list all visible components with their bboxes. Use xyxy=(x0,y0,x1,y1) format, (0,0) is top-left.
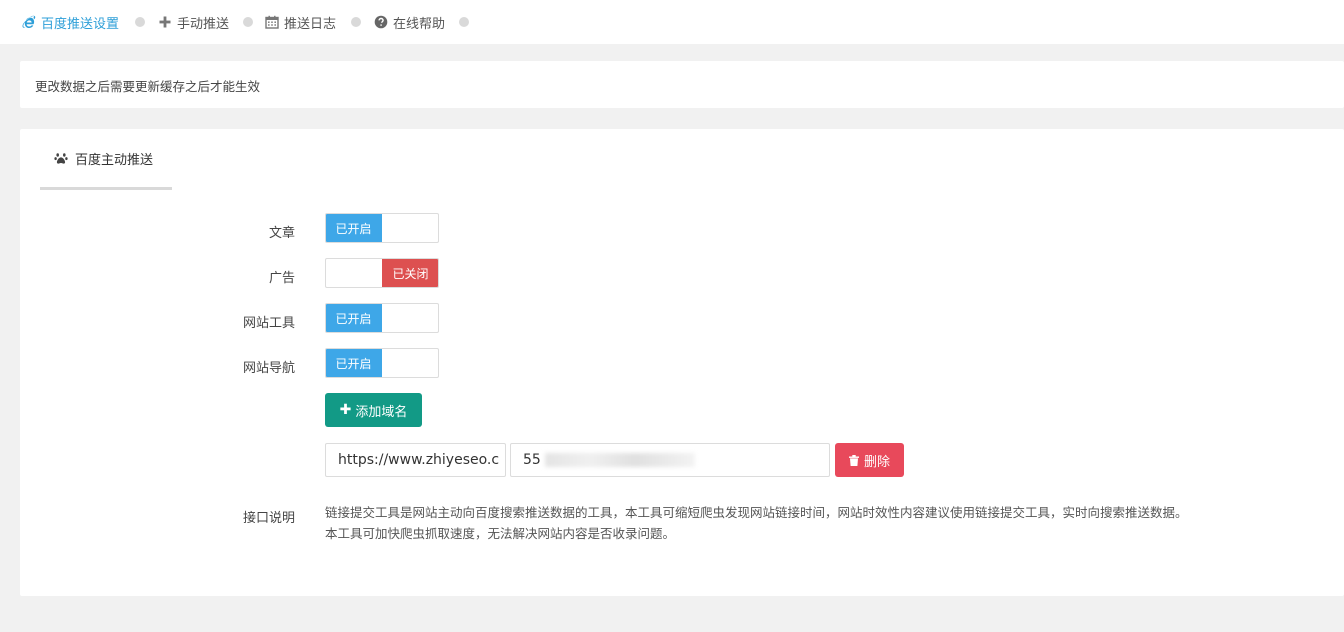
toggle-state-label: 已开启 xyxy=(326,349,382,377)
nav-separator-dot xyxy=(459,17,469,27)
redacted-token xyxy=(544,453,695,467)
domain-url-value: https://www.zhiyeseo.c xyxy=(338,452,500,468)
nav-item-label: 百度推送设置 xyxy=(41,16,120,32)
plus-icon: ✚ xyxy=(339,402,352,418)
top-nav: 百度推送设置 手动推送 推送日志 在线帮助 xyxy=(0,0,1344,44)
cache-notice: 更改数据之后需要更新缓存之后才能生效 xyxy=(20,61,1344,108)
toggle-state-label: 已开启 xyxy=(326,304,382,332)
nav-separator-dot xyxy=(135,17,145,27)
article-toggle[interactable]: 已开启 xyxy=(325,213,439,243)
api-description-line: 链接提交工具是网站主动向百度搜索推送数据的工具，本工具可缩短爬虫发现网站链接时间… xyxy=(325,505,1188,520)
plus-icon xyxy=(158,15,172,29)
nav-item-label: 推送日志 xyxy=(284,16,337,32)
api-label: 接口说明 xyxy=(242,511,295,526)
domain-token-input[interactable]: 55 xyxy=(510,443,830,477)
api-description-line: 本工具可加快爬虫抓取速度，无法解决网站内容是否收录问题。 xyxy=(325,526,676,541)
setting-label-ads: 广告 xyxy=(268,271,295,286)
calendar-icon xyxy=(265,15,279,29)
nav-item-label: 在线帮助 xyxy=(393,16,446,32)
notice-text: 更改数据之后需要更新缓存之后才能生效 xyxy=(35,79,261,94)
tab-label: 百度主动推送 xyxy=(75,152,154,168)
setting-label-article: 文章 xyxy=(268,226,295,241)
ads-toggle[interactable]: 已关闭 xyxy=(325,258,439,288)
nav-item-manual-push[interactable]: 手动推送 xyxy=(158,13,230,32)
question-icon xyxy=(374,15,388,29)
setting-label-site-nav: 网站导航 xyxy=(242,361,295,376)
nav-separator-dot xyxy=(243,17,253,27)
toggle-state-label: 已开启 xyxy=(326,214,382,242)
delete-label: 删除 xyxy=(863,454,890,470)
toggle-state-label: 已关闭 xyxy=(382,259,438,287)
paw-icon xyxy=(54,151,68,165)
add-domain-button[interactable]: ✚ 添加域名 xyxy=(325,393,422,427)
nav-item-online-help[interactable]: 在线帮助 xyxy=(374,13,446,32)
api-description: 链接提交工具是网站主动向百度搜索推送数据的工具，本工具可缩短爬虫发现网站链接时间… xyxy=(325,502,1325,544)
delete-domain-button[interactable]: 删除 xyxy=(835,443,904,477)
nav-item-baidu-push-settings[interactable]: 百度推送设置 xyxy=(22,13,120,32)
tab-baidu-active-push[interactable]: 百度主动推送 xyxy=(40,129,172,190)
trash-icon xyxy=(848,454,859,466)
add-domain-label: 添加域名 xyxy=(355,404,408,420)
domain-token-value: 55 xyxy=(523,452,541,468)
site-tools-toggle[interactable]: 已开启 xyxy=(325,303,439,333)
site-nav-toggle[interactable]: 已开启 xyxy=(325,348,439,378)
nav-item-push-log[interactable]: 推送日志 xyxy=(265,13,337,32)
setting-label-site-tools: 网站工具 xyxy=(242,316,295,331)
domain-url-input[interactable]: https://www.zhiyeseo.c xyxy=(325,443,506,477)
settings-panel: 百度主动推送 文章 已开启 广告 已关闭 网站工具 已开启 网站导航 已开启 ✚… xyxy=(20,129,1344,596)
nav-item-label: 手动推送 xyxy=(177,16,230,32)
ie-icon xyxy=(22,15,36,29)
nav-separator-dot xyxy=(351,17,361,27)
